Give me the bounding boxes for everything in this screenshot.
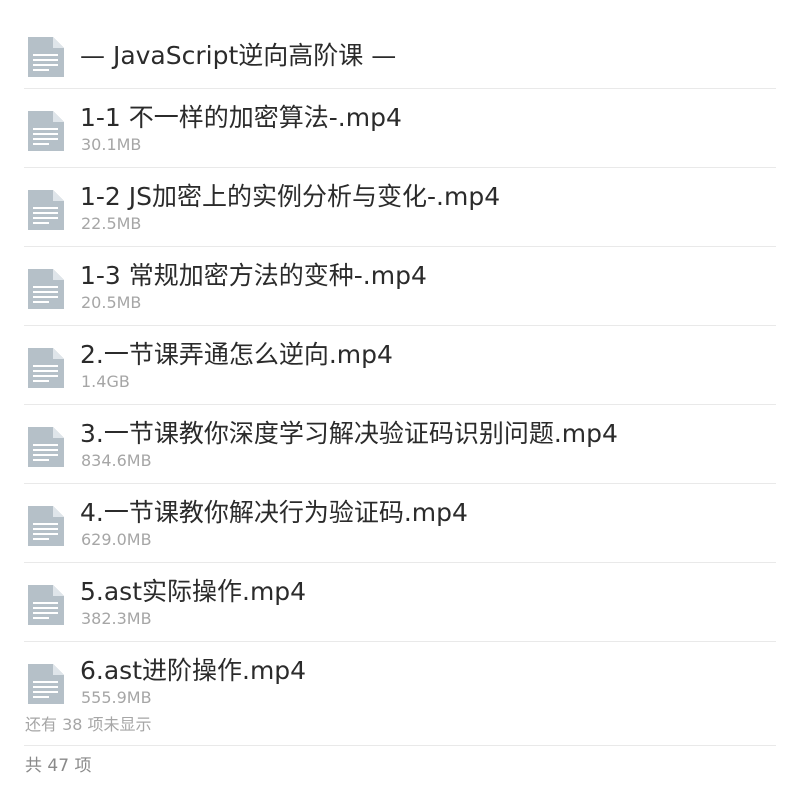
document-icon — [28, 664, 64, 704]
file-row[interactable]: 1-3 常规加密方法的变种-.mp4 20.5MB — [24, 247, 776, 326]
file-name: 6.ast进阶操作.mp4 — [80, 656, 307, 685]
document-icon — [28, 348, 64, 388]
file-size: 382.3MB — [81, 609, 152, 628]
file-size: 834.6MB — [81, 451, 152, 470]
file-size: 20.5MB — [81, 293, 142, 312]
document-icon — [28, 190, 64, 230]
total-items-count: 共 47 项 — [25, 756, 92, 776]
document-icon — [28, 506, 64, 546]
folder-title: — JavaScript逆向高阶课 — — [80, 41, 397, 70]
file-row[interactable]: 5.ast实际操作.mp4 382.3MB — [24, 563, 776, 642]
file-name: 1-3 常规加密方法的变种-.mp4 — [80, 261, 427, 290]
file-size: 30.1MB — [81, 135, 142, 154]
hidden-items-note: 还有 38 项未显示 — [25, 715, 152, 734]
file-name: 1-2 JS加密上的实例分析与变化-.mp4 — [80, 182, 501, 211]
file-row[interactable]: 6.ast进阶操作.mp4 555.9MB — [24, 642, 776, 721]
file-name: 3.一节课教你深度学习解决验证码识别问题.mp4 — [80, 419, 618, 448]
file-row[interactable]: 4.一节课教你解决行为验证码.mp4 629.0MB — [24, 484, 776, 563]
file-row[interactable]: 3.一节课教你深度学习解决验证码识别问题.mp4 834.6MB — [24, 405, 776, 484]
file-name: 2.一节课弄通怎么逆向.mp4 — [80, 340, 393, 369]
file-name: 4.一节课教你解决行为验证码.mp4 — [80, 498, 468, 527]
file-list: — JavaScript逆向高阶课 — 1-1 不一样的加密算法-.mp4 30.… — [24, 18, 776, 721]
document-icon — [28, 111, 64, 151]
file-row[interactable]: 1-2 JS加密上的实例分析与变化-.mp4 22.5MB — [24, 168, 776, 247]
document-icon — [28, 37, 64, 77]
file-size: 1.4GB — [81, 372, 130, 391]
file-name: 5.ast实际操作.mp4 — [80, 577, 307, 606]
file-size: 555.9MB — [81, 688, 152, 707]
document-icon — [28, 269, 64, 309]
file-row[interactable]: 2.一节课弄通怎么逆向.mp4 1.4GB — [24, 326, 776, 405]
document-icon — [28, 585, 64, 625]
folder-header-row[interactable]: — JavaScript逆向高阶课 — — [24, 18, 776, 89]
footer-divider — [24, 745, 776, 746]
file-size: 22.5MB — [81, 214, 142, 233]
file-name: 1-1 不一样的加密算法-.mp4 — [80, 103, 402, 132]
file-row[interactable]: 1-1 不一样的加密算法-.mp4 30.1MB — [24, 89, 776, 168]
file-size: 629.0MB — [81, 530, 152, 549]
document-icon — [28, 427, 64, 467]
